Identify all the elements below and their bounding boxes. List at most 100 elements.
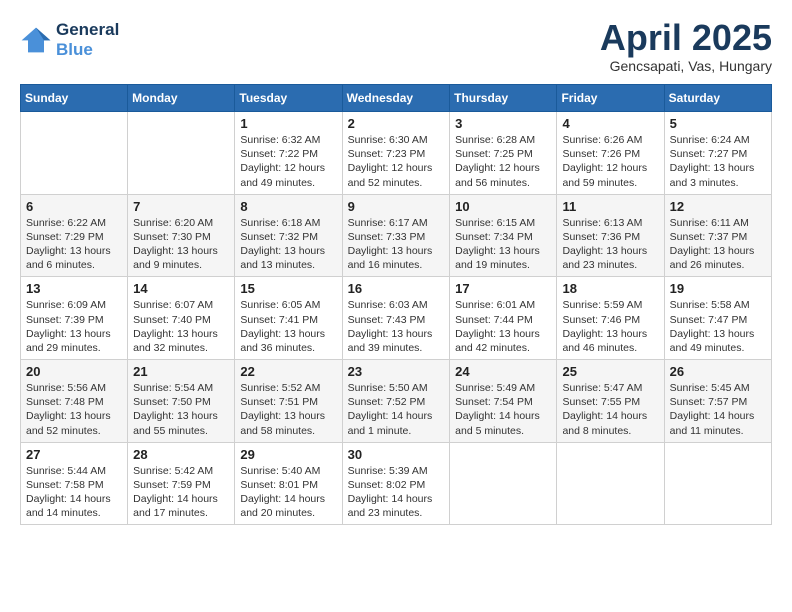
calendar-cell: 11Sunrise: 6:13 AMSunset: 7:36 PMDayligh… — [557, 194, 664, 277]
day-number: 19 — [670, 281, 766, 296]
calendar-cell: 2 Sunrise: 6:30 AMSunset: 7:23 PMDaylight… — [342, 112, 450, 195]
day-number: 18 — [562, 281, 658, 296]
day-number: 27 — [26, 447, 122, 462]
logo: General Blue — [20, 20, 119, 60]
day-info: Sunrise: 5:47 AMSunset: 7:55 PMDaylight:… — [562, 381, 658, 438]
day-number: 7 — [133, 199, 229, 214]
weekday-header-sunday: Sunday — [21, 85, 128, 112]
calendar-cell: 20 Sunrise: 5:56 AMSunset: 7:48 PMDayligh… — [21, 360, 128, 443]
calendar-cell: 14Sunrise: 6:07 AMSunset: 7:40 PMDayligh… — [128, 277, 235, 360]
day-number: 9 — [348, 199, 445, 214]
page-header: General Blue April 2025 Gencsapati, Vas,… — [20, 20, 772, 74]
day-number: 4 — [562, 116, 658, 131]
day-number: 23 — [348, 364, 445, 379]
weekday-header-tuesday: Tuesday — [235, 85, 342, 112]
day-number: 14 — [133, 281, 229, 296]
calendar-cell: 25 Sunrise: 5:47 AMSunset: 7:55 PMDayligh… — [557, 360, 664, 443]
day-info: Sunrise: 5:39 AMSunset: 8:02 PMDaylight:… — [348, 464, 445, 521]
calendar-cell — [128, 112, 235, 195]
day-info: Sunrise: 6:01 AMSunset: 7:44 PMDaylight:… — [455, 298, 551, 355]
calendar-cell: 12 Sunrise: 6:11 AMSunset: 7:37 PMDayligh… — [664, 194, 771, 277]
day-number: 1 — [240, 116, 336, 131]
day-info: Sunrise: 5:50 AMSunset: 7:52 PMDaylight:… — [348, 381, 445, 438]
title-section: April 2025 Gencsapati, Vas, Hungary — [600, 20, 772, 74]
day-info: Sunrise: 6:17 AMSunset: 7:33 PMDaylight:… — [348, 216, 445, 273]
day-number: 28 — [133, 447, 229, 462]
logo-icon — [20, 26, 52, 54]
day-info: Sunrise: 6:28 AMSunset: 7:25 PMDaylight:… — [455, 133, 551, 190]
weekday-header-row: SundayMondayTuesdayWednesdayThursdayFrid… — [21, 85, 772, 112]
month-title: April 2025 — [600, 20, 772, 56]
day-info: Sunrise: 6:03 AMSunset: 7:43 PMDaylight:… — [348, 298, 445, 355]
calendar-cell — [21, 112, 128, 195]
weekday-header-monday: Monday — [128, 85, 235, 112]
day-info: Sunrise: 5:56 AMSunset: 7:48 PMDaylight:… — [26, 381, 122, 438]
day-number: 13 — [26, 281, 122, 296]
weekday-header-wednesday: Wednesday — [342, 85, 450, 112]
day-number: 10 — [455, 199, 551, 214]
location: Gencsapati, Vas, Hungary — [600, 58, 772, 74]
calendar-cell: 28 Sunrise: 5:42 AMSunset: 7:59 PMDayligh… — [128, 442, 235, 525]
calendar-cell: 9 Sunrise: 6:17 AMSunset: 7:33 PMDaylight… — [342, 194, 450, 277]
calendar-cell: 8 Sunrise: 6:18 AMSunset: 7:32 PMDaylight… — [235, 194, 342, 277]
day-number: 2 — [348, 116, 445, 131]
calendar-week-5: 27 Sunrise: 5:44 AMSunset: 7:58 PMDayligh… — [21, 442, 772, 525]
weekday-header-thursday: Thursday — [450, 85, 557, 112]
day-number: 17 — [455, 281, 551, 296]
calendar-table: SundayMondayTuesdayWednesdayThursdayFrid… — [20, 84, 772, 525]
calendar-cell: 29 Sunrise: 5:40 AMSunset: 8:01 PMDayligh… — [235, 442, 342, 525]
day-number: 6 — [26, 199, 122, 214]
calendar-cell: 5 Sunrise: 6:24 AMSunset: 7:27 PMDaylight… — [664, 112, 771, 195]
day-info: Sunrise: 5:58 AMSunset: 7:47 PMDaylight:… — [670, 298, 766, 355]
calendar-cell: 23 Sunrise: 5:50 AMSunset: 7:52 PMDayligh… — [342, 360, 450, 443]
day-info: Sunrise: 5:52 AMSunset: 7:51 PMDaylight:… — [240, 381, 336, 438]
calendar-cell: 1 Sunrise: 6:32 AMSunset: 7:22 PMDaylight… — [235, 112, 342, 195]
calendar-cell: 27 Sunrise: 5:44 AMSunset: 7:58 PMDayligh… — [21, 442, 128, 525]
day-info: Sunrise: 6:30 AMSunset: 7:23 PMDaylight:… — [348, 133, 445, 190]
day-info: Sunrise: 5:44 AMSunset: 7:58 PMDaylight:… — [26, 464, 122, 521]
day-number: 12 — [670, 199, 766, 214]
day-info: Sunrise: 6:09 AMSunset: 7:39 PMDaylight:… — [26, 298, 122, 355]
day-info: Sunrise: 5:40 AMSunset: 8:01 PMDaylight:… — [240, 464, 336, 521]
calendar-cell: 16 Sunrise: 6:03 AMSunset: 7:43 PMDayligh… — [342, 277, 450, 360]
day-number: 5 — [670, 116, 766, 131]
calendar-cell: 21Sunrise: 5:54 AMSunset: 7:50 PMDayligh… — [128, 360, 235, 443]
day-info: Sunrise: 6:26 AMSunset: 7:26 PMDaylight:… — [562, 133, 658, 190]
calendar-cell: 7 Sunrise: 6:20 AMSunset: 7:30 PMDaylight… — [128, 194, 235, 277]
day-info: Sunrise: 6:20 AMSunset: 7:30 PMDaylight:… — [133, 216, 229, 273]
day-info: Sunrise: 5:49 AMSunset: 7:54 PMDaylight:… — [455, 381, 551, 438]
calendar-week-3: 13 Sunrise: 6:09 AMSunset: 7:39 PMDayligh… — [21, 277, 772, 360]
calendar-week-1: 1 Sunrise: 6:32 AMSunset: 7:22 PMDaylight… — [21, 112, 772, 195]
day-info: Sunrise: 6:24 AMSunset: 7:27 PMDaylight:… — [670, 133, 766, 190]
calendar-cell: 17 Sunrise: 6:01 AMSunset: 7:44 PMDayligh… — [450, 277, 557, 360]
calendar-cell: 24Sunrise: 5:49 AMSunset: 7:54 PMDayligh… — [450, 360, 557, 443]
day-info: Sunrise: 5:59 AMSunset: 7:46 PMDaylight:… — [562, 298, 658, 355]
day-info: Sunrise: 6:05 AMSunset: 7:41 PMDaylight:… — [240, 298, 336, 355]
day-number: 15 — [240, 281, 336, 296]
day-info: Sunrise: 6:11 AMSunset: 7:37 PMDaylight:… — [670, 216, 766, 273]
calendar-cell: 22Sunrise: 5:52 AMSunset: 7:51 PMDayligh… — [235, 360, 342, 443]
calendar-cell: 26Sunrise: 5:45 AMSunset: 7:57 PMDayligh… — [664, 360, 771, 443]
day-number: 11 — [562, 199, 658, 214]
day-number: 3 — [455, 116, 551, 131]
day-number: 20 — [26, 364, 122, 379]
calendar-cell: 30 Sunrise: 5:39 AMSunset: 8:02 PMDayligh… — [342, 442, 450, 525]
calendar-cell: 19 Sunrise: 5:58 AMSunset: 7:47 PMDayligh… — [664, 277, 771, 360]
day-number: 29 — [240, 447, 336, 462]
logo-text: General Blue — [56, 20, 119, 60]
day-info: Sunrise: 6:15 AMSunset: 7:34 PMDaylight:… — [455, 216, 551, 273]
day-info: Sunrise: 6:32 AMSunset: 7:22 PMDaylight:… — [240, 133, 336, 190]
day-info: Sunrise: 5:54 AMSunset: 7:50 PMDaylight:… — [133, 381, 229, 438]
day-number: 30 — [348, 447, 445, 462]
calendar-cell: 6 Sunrise: 6:22 AMSunset: 7:29 PMDaylight… — [21, 194, 128, 277]
day-number: 16 — [348, 281, 445, 296]
day-info: Sunrise: 5:42 AMSunset: 7:59 PMDaylight:… — [133, 464, 229, 521]
day-info: Sunrise: 6:18 AMSunset: 7:32 PMDaylight:… — [240, 216, 336, 273]
day-number: 8 — [240, 199, 336, 214]
calendar-cell — [664, 442, 771, 525]
day-info: Sunrise: 6:22 AMSunset: 7:29 PMDaylight:… — [26, 216, 122, 273]
calendar-week-2: 6 Sunrise: 6:22 AMSunset: 7:29 PMDaylight… — [21, 194, 772, 277]
calendar-cell: 13 Sunrise: 6:09 AMSunset: 7:39 PMDayligh… — [21, 277, 128, 360]
calendar-cell: 15 Sunrise: 6:05 AMSunset: 7:41 PMDayligh… — [235, 277, 342, 360]
day-number: 25 — [562, 364, 658, 379]
